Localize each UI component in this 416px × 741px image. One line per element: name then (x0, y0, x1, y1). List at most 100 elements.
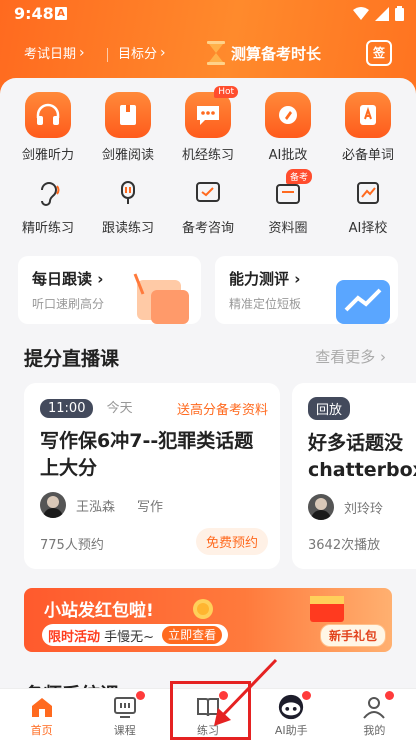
feature-read-along[interactable]: 跟读练习 (90, 175, 166, 236)
feature-exam-practice[interactable]: Hot 机经练习 (170, 86, 246, 163)
notification-dot (302, 691, 312, 700)
feature-label: 机经练习 (181, 148, 234, 163)
notification-dot (219, 691, 228, 700)
live-gift-label: 送高分备考资料 (176, 403, 268, 418)
cards-illustration (133, 273, 189, 324)
prep-badge: 备考 (285, 169, 312, 184)
chevron-right-icon: › (380, 348, 386, 366)
live-title: 写作保6冲7--犯罪类话题上大分 (40, 430, 254, 479)
ability-assessment-card[interactable]: 能力测评 › 精准定位短板 (215, 256, 398, 324)
feature-label: 必备单词 (341, 148, 394, 163)
ear-icon (30, 175, 66, 211)
nav-label: 我的 (363, 724, 386, 737)
live-time: 11:00 (40, 399, 94, 418)
banner-hurry: 手慢无~ (104, 629, 155, 645)
feature-label: 剑雅阅读 (101, 148, 154, 163)
replay-course-card[interactable]: 回放 好多话题没chatterbox 刘玲玲 3642次播放 (292, 383, 416, 569)
banner-title: 小站发红包啦! (44, 601, 154, 621)
replay-title: 好多话题没chatterbox (308, 432, 416, 481)
daily-read-along-card[interactable]: 每日跟读 › 听口速刷高分 (18, 256, 201, 324)
signal-icon (375, 6, 389, 21)
feature-ai-correction[interactable]: AI批改 (250, 92, 326, 163)
exam-date-button[interactable]: 考试日期 › (24, 43, 85, 63)
chevron-right-icon: › (79, 44, 85, 61)
red-packet-banner[interactable]: 小站发红包啦! 限时活动 手慢无~ 立即查看 新手礼包 (24, 588, 392, 652)
chevron-right-icon: › (294, 270, 301, 288)
feature-essential-words[interactable]: 必备单词 (330, 92, 406, 163)
see-more-link[interactable]: 查看更多 › (315, 346, 386, 367)
feature-label: 剑雅听力 (21, 148, 74, 163)
live-course-card[interactable]: 11:00 今天 送高分备考资料 写作保6冲7--犯罪类话题上大分 王泓森 写作… (24, 383, 280, 569)
ai-edit-icon (265, 92, 311, 138)
nav-profile[interactable]: 我的 (333, 689, 416, 741)
bottom-nav: 首页 课程 练习 AI助手 我的 (0, 688, 416, 741)
promo-label: 测算备考时长 (231, 44, 322, 63)
prep-time-promo[interactable]: 测算备考时长 (205, 38, 321, 68)
exam-date-label: 考试日期 (24, 47, 77, 62)
view-now-button[interactable]: 立即查看 (162, 626, 223, 644)
chat-icon (185, 92, 231, 138)
nav-home[interactable]: 首页 (0, 689, 83, 741)
profile-icon (360, 691, 395, 721)
red-packet-icon (310, 596, 344, 622)
target-score-button[interactable]: 目标分 › (118, 43, 166, 63)
school-icon (350, 175, 386, 211)
coin-icon (193, 599, 213, 619)
course-icon (111, 691, 145, 721)
book-icon (105, 92, 151, 138)
nav-label: AI助手 (274, 724, 308, 737)
nav-practice[interactable]: 练习 (166, 689, 249, 741)
feature-label: 精听练习 (21, 221, 74, 236)
feature-ai-school[interactable]: AI择校 (330, 175, 406, 236)
status-icons (353, 6, 404, 21)
see-more-label: 查看更多 (315, 348, 376, 366)
nav-course[interactable]: 课程 (83, 689, 166, 741)
feature-consultation[interactable]: 备考咨询 (170, 175, 246, 236)
nav-label: 首页 (30, 724, 53, 737)
replay-tag: 回放 (308, 397, 351, 420)
teacher-row: 王泓森 写作 (40, 492, 264, 518)
feature-label: 备考咨询 (181, 221, 234, 236)
live-day: 今天 (106, 401, 133, 416)
feature-row-1: 剑雅听力 剑雅阅读 Hot 机经练习 AI批改 必备单词 (0, 86, 416, 163)
feature-intensive-listening[interactable]: 精听练习 (10, 175, 86, 236)
feature-label: AI批改 (268, 148, 308, 163)
nav-ai-assistant[interactable]: AI助手 (250, 689, 333, 741)
battery-icon (395, 6, 404, 21)
teacher-row: 刘玲玲 (308, 494, 416, 520)
reservation-count: 775人预约 (40, 538, 104, 553)
card-title: 能力测评 (229, 270, 290, 288)
feature-label: AI择校 (348, 221, 388, 236)
target-score-label: 目标分 (118, 47, 158, 62)
free-reserve-button[interactable]: 免费预约 (195, 528, 268, 555)
teacher-avatar (40, 492, 66, 518)
notification-a-icon: A (55, 7, 67, 20)
teacher-avatar (308, 494, 334, 520)
practice-icon (194, 691, 228, 721)
headphones-icon (25, 92, 71, 138)
card-title: 每日跟读 (32, 270, 93, 288)
banner-tagline: 限时活动 手慢无~ 立即查看 (42, 624, 229, 646)
hourglass-icon (207, 41, 225, 65)
nav-label: 练习 (197, 724, 219, 737)
signin-button[interactable]: 签 (366, 40, 392, 66)
newbie-gift-tag[interactable]: 新手礼包 (319, 624, 386, 647)
hot-badge: Hot (214, 86, 238, 98)
feature-cambridge-listening[interactable]: 剑雅听力 (10, 92, 86, 163)
quick-cards: 每日跟读 › 听口速刷高分 能力测评 › 精准定位短板 (18, 256, 398, 324)
notification-dot (385, 691, 395, 700)
wifi-icon (353, 6, 369, 20)
chevron-right-icon: › (160, 44, 166, 61)
teacher-name: 王泓森 (76, 499, 116, 515)
mic-icon (110, 175, 146, 211)
play-count: 3642次播放 (308, 538, 381, 553)
word-icon (345, 92, 391, 138)
main-content: 剑雅听力 剑雅阅读 Hot 机经练习 AI批改 必备单词 精听练习 跟读练习 备… (0, 78, 416, 688)
feature-label: 资料圈 (268, 221, 308, 236)
chart-illustration (336, 280, 390, 324)
header-row: 考试日期 › 目标分 › 测算备考时长 签 (0, 38, 416, 70)
feature-label: 跟读练习 (101, 221, 154, 236)
feature-cambridge-reading[interactable]: 剑雅阅读 (90, 92, 166, 163)
chevron-right-icon: › (97, 270, 104, 288)
feature-materials[interactable]: 备考 资料圈 (250, 169, 326, 236)
